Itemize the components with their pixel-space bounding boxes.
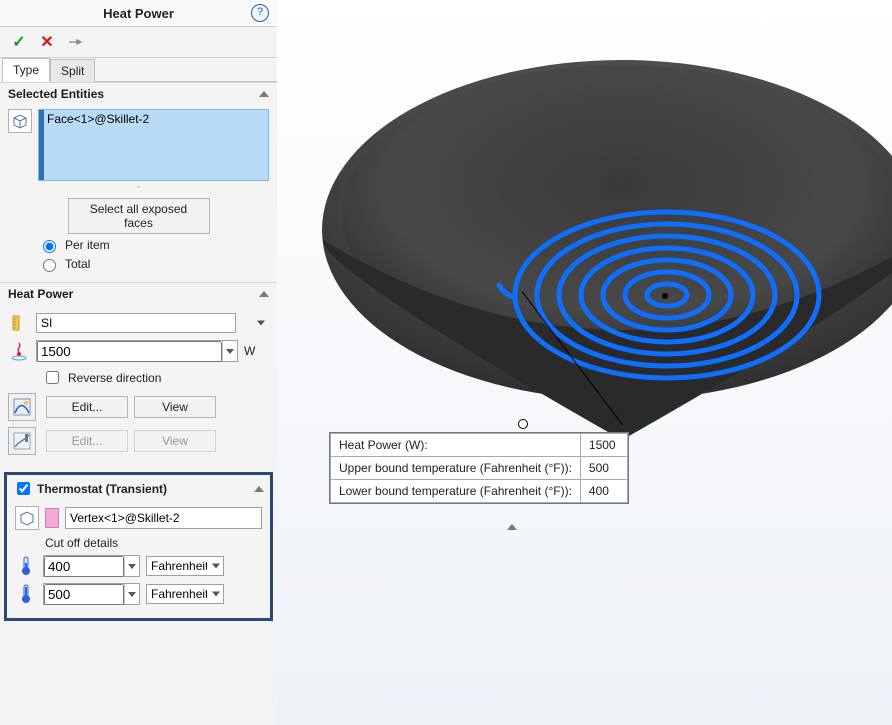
callout-label: Lower bound temperature (Fahrenheit (°F)… bbox=[331, 480, 581, 503]
section-thermostat: Thermostat (Transient) Cut off details bbox=[4, 472, 273, 621]
graphics-viewport[interactable]: Heat Power (W): 1500 Upper bound tempera… bbox=[277, 0, 892, 725]
ruler-icon bbox=[8, 312, 30, 334]
vertex-selection-icon[interactable] bbox=[15, 506, 39, 530]
chevron-down-icon bbox=[128, 592, 136, 597]
temp-curve-view-button: View bbox=[134, 430, 216, 452]
thermostat-enable-checkbox[interactable] bbox=[17, 482, 30, 495]
section-heat-power-header[interactable]: Heat Power bbox=[0, 283, 277, 305]
callout-table[interactable]: Heat Power (W): 1500 Upper bound tempera… bbox=[329, 432, 629, 504]
help-icon[interactable]: ? bbox=[251, 4, 269, 22]
section-heat-power-title: Heat Power bbox=[8, 287, 73, 301]
time-curve-icon-button[interactable] bbox=[8, 393, 36, 421]
callout-value: 400 bbox=[580, 480, 627, 503]
callout-value: 1500 bbox=[580, 434, 627, 457]
lower-temp-combo[interactable] bbox=[43, 555, 140, 577]
total-label: Total bbox=[65, 257, 90, 271]
chevron-up-icon bbox=[259, 91, 269, 97]
pin-button[interactable] bbox=[66, 33, 84, 51]
tab-row: Type Split bbox=[0, 58, 277, 82]
panel-header: Heat Power ? bbox=[0, 0, 277, 27]
heat-power-unit-label: W bbox=[244, 344, 255, 358]
list-resize-grip[interactable]: ◦ bbox=[8, 181, 269, 194]
section-selected-entities-title: Selected Entities bbox=[8, 87, 104, 101]
callout-row: Lower bound temperature (Fahrenheit (°F)… bbox=[331, 480, 628, 503]
vertex-color-swatch bbox=[45, 508, 59, 528]
command-bar: ✓ ✕ bbox=[0, 27, 277, 58]
section-selected-entities: Selected Entities Face<1>@Skillet-2 ◦ Se… bbox=[0, 82, 277, 282]
property-manager-panel: Heat Power ? ✓ ✕ Type Split Selected Ent… bbox=[0, 0, 278, 725]
unit-system-select[interactable]: SI bbox=[36, 313, 236, 333]
chevron-down-icon bbox=[226, 349, 234, 354]
thermometer-low-icon bbox=[15, 556, 37, 576]
section-selected-entities-header[interactable]: Selected Entities bbox=[0, 83, 277, 105]
total-radio[interactable] bbox=[43, 259, 56, 272]
time-curve-view-button[interactable]: View bbox=[134, 396, 216, 418]
reverse-direction-label: Reverse direction bbox=[68, 371, 161, 385]
upper-temp-input[interactable] bbox=[44, 584, 124, 605]
per-item-radio[interactable] bbox=[43, 240, 56, 253]
tab-split[interactable]: Split bbox=[50, 59, 95, 82]
temp-curve-icon-button[interactable] bbox=[8, 427, 36, 455]
reverse-direction-checkbox[interactable] bbox=[46, 371, 59, 384]
chevron-down-icon bbox=[257, 321, 265, 326]
heat-power-value-dropdown[interactable] bbox=[222, 341, 237, 361]
callout-label: Upper bound temperature (Fahrenheit (°F)… bbox=[331, 457, 581, 480]
callout-row: Upper bound temperature (Fahrenheit (°F)… bbox=[331, 457, 628, 480]
heat-power-value-combo[interactable] bbox=[36, 340, 238, 362]
lower-temp-input[interactable] bbox=[44, 556, 124, 577]
face-selection-icon[interactable] bbox=[8, 109, 32, 133]
callout-collapse-arrow-icon[interactable] bbox=[507, 524, 517, 530]
selected-faces-list[interactable]: Face<1>@Skillet-2 bbox=[38, 109, 269, 181]
cut-off-details-label: Cut off details bbox=[15, 530, 262, 552]
select-all-exposed-faces-button[interactable]: Select all exposed faces bbox=[68, 198, 210, 234]
callout-value: 500 bbox=[580, 457, 627, 480]
model-render bbox=[277, 0, 892, 725]
thermometer-high-icon bbox=[15, 584, 37, 604]
section-thermostat-title: Thermostat (Transient) bbox=[37, 482, 167, 496]
callout-leader-endpoint bbox=[518, 419, 528, 429]
chevron-up-icon bbox=[259, 291, 269, 297]
thermostat-vertex-input[interactable] bbox=[65, 507, 262, 529]
time-curve-edit-button[interactable]: Edit... bbox=[46, 396, 128, 418]
upper-temp-unit-select[interactable]: Fahrenheit bbox=[146, 584, 224, 604]
panel-title: Heat Power bbox=[103, 6, 174, 21]
selected-face-item[interactable]: Face<1>@Skillet-2 bbox=[45, 112, 266, 126]
section-heat-power: Heat Power SI bbox=[0, 282, 277, 468]
heat-source-icon bbox=[8, 340, 30, 362]
lower-temp-dropdown[interactable] bbox=[124, 556, 139, 576]
per-item-label: Per item bbox=[65, 238, 110, 252]
callout-anchor-point bbox=[662, 293, 668, 299]
chevron-down-icon bbox=[128, 564, 136, 569]
upper-temp-dropdown[interactable] bbox=[124, 584, 139, 604]
callout-row: Heat Power (W): 1500 bbox=[331, 434, 628, 457]
ok-button[interactable]: ✓ bbox=[10, 33, 28, 51]
tab-type[interactable]: Type bbox=[2, 58, 50, 82]
lower-temp-unit-select[interactable]: Fahrenheit bbox=[146, 556, 224, 576]
upper-temp-combo[interactable] bbox=[43, 583, 140, 605]
cancel-button[interactable]: ✕ bbox=[38, 33, 56, 51]
temp-curve-edit-button: Edit... bbox=[46, 430, 128, 452]
section-thermostat-header[interactable]: Thermostat (Transient) bbox=[7, 475, 270, 502]
heat-power-value-input[interactable] bbox=[37, 341, 222, 362]
chevron-up-icon bbox=[254, 486, 264, 492]
callout-label: Heat Power (W): bbox=[331, 434, 581, 457]
